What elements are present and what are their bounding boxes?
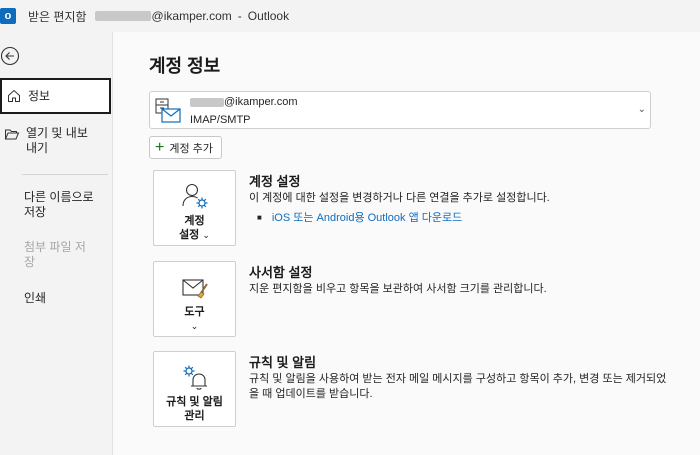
tile-label: 규칙 및 알림 [166,396,223,408]
title-bar: o 받은 편지함 @ikamper.com - Outlook [0,0,700,32]
window-title: 받은 편지함 @ikamper.com - Outlook [28,8,289,25]
tile-label: 도구 [184,306,205,318]
chevron-down-icon: ⌄ [637,104,646,115]
account-type: IMAP/SMTP [190,114,251,126]
account-selector[interactable]: @ikamper.com IMAP/SMTP ⌄ [149,91,651,129]
section-title: 계정 설정 [249,174,301,189]
sidebar-divider [22,174,108,175]
tile-label: 관리 [184,410,205,422]
redacted-username [94,11,151,21]
manage-rules-alerts-button[interactable]: 규칙 및 알림 관리 [153,351,236,427]
chevron-down-icon: ⌄ [202,230,210,240]
title-separator: - [237,9,242,23]
tile-label: 계정 [184,215,205,227]
bullet-icon: ■ [257,212,262,222]
chevron-down-icon: ⌄ [190,321,199,331]
add-account-button[interactable]: + 계정 추가 [149,136,222,159]
section-description: 지운 편지함을 비우고 항목을 보관하여 사서함 크기를 관리합니다. [249,283,547,295]
sidebar-item-label: 열기 및 내보 내기 [26,126,88,155]
backstage-sidebar: 정보 열기 및 내보 내기 다른 이름으로 저장 첨부 파일 저 장 인쇄 [0,32,113,455]
plus-icon: + [155,138,165,156]
account-email-suffix: @ikamper.com [224,96,298,108]
account-settings-icon [181,183,207,209]
sidebar-item-save-attachments: 첨부 파일 저 장 [0,240,111,270]
account-mailbox-icon [155,98,181,123]
mailbox-cleanup-icon [181,279,208,299]
sidebar-item-label: 다른 이름으로 저장 [24,190,94,219]
redacted-username [190,97,224,107]
sidebar-item-label: 첨부 파일 저 장 [24,240,86,269]
title-folder: 받은 편지함 [28,9,87,24]
title-app-name: Outlook [247,9,290,23]
section-description: 규칙 및 알림을 사용하여 받는 전자 메일 메시지를 구성하고 항목이 추가,… [249,373,667,400]
sidebar-item-open-export[interactable]: 열기 및 내보 내기 [0,126,111,156]
tools-button[interactable]: 도구 ⌄ [153,261,236,337]
title-email: @ikamper.com [151,9,232,23]
home-icon [8,89,20,102]
sidebar-item-print[interactable]: 인쇄 [0,291,111,306]
back-arrow-icon[interactable] [0,46,20,66]
section-title: 사서함 설정 [249,265,313,280]
section-description: 이 계정에 대한 설정을 변경하거나 다른 연결을 추가로 설정합니다. [249,192,550,204]
rules-alerts-icon [183,365,207,390]
link-label: iOS 또는 Android용 Outlook 앱 다운로드 [271,212,463,224]
sidebar-item-label: 인쇄 [24,291,47,305]
page-title: 계정 정보 [149,56,221,76]
add-account-label: 계정 추가 [169,142,213,155]
main-content: 계정 정보 @ikamper.com IMAP/SMTP ⌄ + 계정 추가 계… [113,32,700,455]
sidebar-item-label: 정보 [28,88,51,103]
sidebar-item-save-as[interactable]: 다른 이름으로 저장 [0,190,111,220]
tile-label: 설정 [179,229,200,241]
outlook-logo-icon: o [0,8,16,24]
folder-open-icon [4,129,20,140]
account-email: @ikamper.com [190,96,298,108]
section-title: 규칙 및 알림 [249,355,317,370]
account-settings-button[interactable]: 계정 설정 ⌄ [153,170,236,246]
tile-label-line2: 설정 ⌄ [179,228,210,242]
sidebar-item-info[interactable]: 정보 [0,78,111,114]
download-mobile-app-link[interactable]: ■ iOS 또는 Android용 Outlook 앱 다운로드 [257,209,462,225]
